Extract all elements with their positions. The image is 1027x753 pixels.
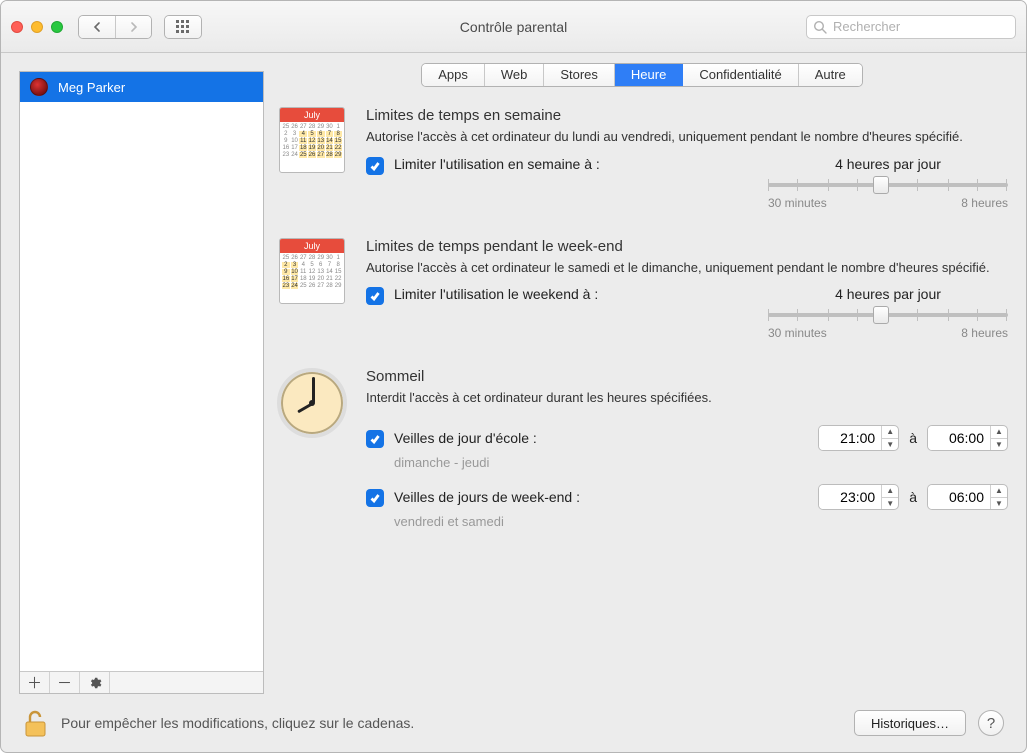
slider-knob-icon bbox=[873, 176, 889, 194]
weekend-desc: Autorise l'accès à cet ordinateur le sam… bbox=[366, 259, 1008, 277]
add-user-button[interactable]: ＋ bbox=[20, 672, 50, 693]
stepper-down-icon[interactable]: ▼ bbox=[882, 497, 898, 509]
tab-privacy[interactable]: Confidentialité bbox=[683, 64, 798, 86]
stepper-down-icon[interactable]: ▼ bbox=[991, 497, 1007, 509]
user-list: Meg Parker bbox=[20, 72, 263, 671]
weekday-desc: Autorise l'accès à cet ordinateur du lun… bbox=[366, 128, 1008, 146]
school-end-input[interactable] bbox=[928, 426, 990, 450]
weekend-end-time[interactable]: ▲▼ bbox=[927, 484, 1008, 510]
tab-web[interactable]: Web bbox=[485, 64, 545, 86]
window-controls bbox=[11, 21, 63, 33]
calendar-weekday-icon: July 2526272829301 2345678 9101112131415… bbox=[279, 107, 345, 173]
tab-other[interactable]: Autre bbox=[799, 64, 862, 86]
user-row-selected[interactable]: Meg Parker bbox=[20, 72, 263, 102]
clock-icon bbox=[277, 368, 347, 438]
weekend-night-label: Veilles de jours de week-end : bbox=[394, 489, 580, 505]
weekend-start-time[interactable]: ▲▼ bbox=[818, 484, 899, 510]
remove-user-button[interactable]: － bbox=[50, 672, 80, 693]
weekend-night-checkbox[interactable] bbox=[366, 489, 384, 507]
titlebar: Contrôle parental bbox=[1, 1, 1026, 53]
bedtime-desc: Interdit l'accès à cet ordinateur durant… bbox=[366, 389, 1008, 407]
school-start-input[interactable] bbox=[819, 426, 881, 450]
main-panel: Apps Web Stores Heure Confidentialité Au… bbox=[264, 53, 1026, 694]
weekend-slider-min: 30 minutes bbox=[768, 326, 827, 340]
weekend-slider-value: 4 heures par jour bbox=[768, 286, 1008, 302]
gear-icon bbox=[88, 676, 102, 690]
school-end-time[interactable]: ▲▼ bbox=[927, 425, 1008, 451]
weekday-slider-min: 30 minutes bbox=[768, 196, 827, 210]
search-icon bbox=[813, 20, 827, 34]
weekday-checkbox-label: Limiter l'utilisation en semaine à : bbox=[394, 156, 600, 172]
footer-bar: Pour empêcher les modifications, cliquez… bbox=[1, 694, 1026, 752]
lock-text: Pour empêcher les modifications, cliquez… bbox=[61, 715, 414, 731]
search-input[interactable] bbox=[806, 15, 1016, 39]
weekday-slider-value: 4 heures par jour bbox=[768, 156, 1008, 172]
users-sidebar: Meg Parker ＋ － bbox=[19, 71, 264, 694]
to-label: à bbox=[909, 430, 917, 446]
weekend-checkbox-label: Limiter l'utilisation le weekend à : bbox=[394, 286, 598, 302]
user-name: Meg Parker bbox=[58, 80, 125, 95]
back-button[interactable] bbox=[79, 16, 115, 38]
calendar-weekend-icon: July 2526272829301 2345678 9101112131415… bbox=[279, 238, 345, 304]
show-all-preferences[interactable] bbox=[164, 15, 202, 39]
tab-apps[interactable]: Apps bbox=[422, 64, 485, 86]
nav-back-forward bbox=[78, 15, 152, 39]
user-options-button[interactable] bbox=[80, 672, 110, 693]
school-night-row: Veilles de jour d'école : ▲▼ à ▲▼ bbox=[366, 425, 1008, 451]
close-window-button[interactable] bbox=[11, 21, 23, 33]
school-start-time[interactable]: ▲▼ bbox=[818, 425, 899, 451]
stepper-up-icon[interactable]: ▲ bbox=[991, 426, 1007, 438]
weekday-slider[interactable] bbox=[768, 176, 1008, 194]
weekend-start-input[interactable] bbox=[819, 485, 881, 509]
zoom-window-button[interactable] bbox=[51, 21, 63, 33]
help-button[interactable]: ? bbox=[978, 710, 1004, 736]
slider-knob-icon bbox=[873, 306, 889, 324]
unlock-icon[interactable] bbox=[23, 708, 49, 738]
weekend-night-row: Veilles de jours de week-end : ▲▼ à ▲▼ bbox=[366, 484, 1008, 510]
category-tabs: Apps Web Stores Heure Confidentialité Au… bbox=[421, 63, 863, 87]
weekday-slider-max: 8 heures bbox=[961, 196, 1008, 210]
forward-button[interactable] bbox=[115, 16, 151, 38]
logs-button[interactable]: Historiques… bbox=[854, 710, 966, 736]
preferences-window: Contrôle parental Meg Parker ＋ － bbox=[0, 0, 1027, 753]
school-night-checkbox[interactable] bbox=[366, 430, 384, 448]
sidebar-action-bar: ＋ － bbox=[20, 671, 263, 693]
weekend-slider-max: 8 heures bbox=[961, 326, 1008, 340]
weekend-night-note: vendredi et samedi bbox=[394, 514, 1008, 529]
bedtime-title: Sommeil bbox=[366, 368, 1008, 385]
stepper-down-icon[interactable]: ▼ bbox=[991, 438, 1007, 450]
stepper-down-icon[interactable]: ▼ bbox=[882, 438, 898, 450]
stepper-up-icon[interactable]: ▲ bbox=[882, 485, 898, 497]
to-label: à bbox=[909, 489, 917, 505]
minimize-window-button[interactable] bbox=[31, 21, 43, 33]
weekend-end-input[interactable] bbox=[928, 485, 990, 509]
tab-stores[interactable]: Stores bbox=[544, 64, 615, 86]
bedtime-section: Sommeil Interdit l'accès à cet ordinateu… bbox=[276, 368, 1008, 543]
avatar-icon bbox=[30, 78, 48, 96]
content-body: Meg Parker ＋ － Apps Web Stores Heure Con… bbox=[1, 53, 1026, 694]
weekday-checkbox[interactable] bbox=[366, 157, 384, 175]
weekend-slider[interactable] bbox=[768, 306, 1008, 324]
weekend-section: July 2526272829301 2345678 9101112131415… bbox=[276, 238, 1008, 341]
weekday-title: Limites de temps en semaine bbox=[366, 107, 1008, 124]
grid-icon bbox=[165, 16, 201, 38]
school-night-label: Veilles de jour d'école : bbox=[394, 430, 537, 446]
stepper-up-icon[interactable]: ▲ bbox=[882, 426, 898, 438]
stepper-up-icon[interactable]: ▲ bbox=[991, 485, 1007, 497]
weekday-section: July 2526272829301 2345678 9101112131415… bbox=[276, 107, 1008, 210]
weekend-checkbox[interactable] bbox=[366, 287, 384, 305]
school-night-note: dimanche - jeudi bbox=[394, 455, 1008, 470]
weekend-title: Limites de temps pendant le week-end bbox=[366, 238, 1008, 255]
tab-time[interactable]: Heure bbox=[615, 64, 683, 86]
